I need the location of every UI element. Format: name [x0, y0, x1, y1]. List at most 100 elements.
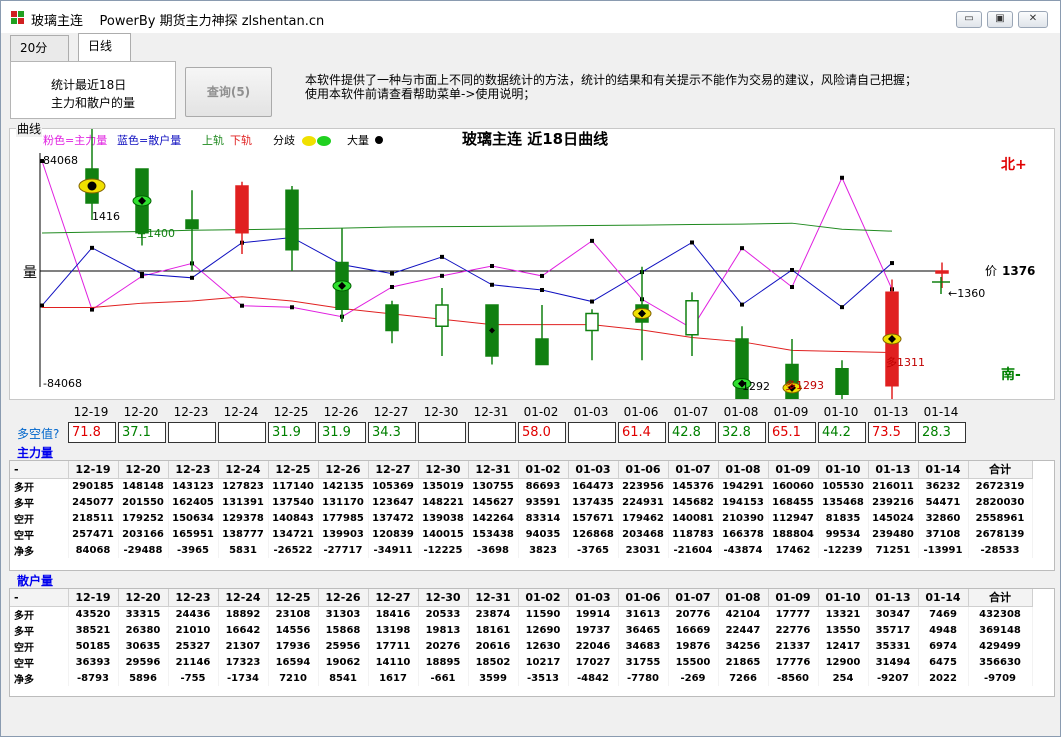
duokong-value: 65.1 — [768, 422, 816, 443]
table-cell: 29596 — [118, 654, 169, 670]
series-point-zhuli — [540, 273, 544, 278]
big-volume-marker — [87, 181, 97, 191]
table-cell: 239480 — [868, 526, 919, 542]
disclaimer: 本软件提供了一种与市面上不同的数据统计的方法，统计的结果和有关提示不能作为交易的… — [305, 73, 917, 101]
table-cell: -4842 — [568, 670, 619, 686]
table-header: 12-26 — [318, 589, 369, 607]
table-cell: 16594 — [268, 654, 319, 670]
table-header: 01-08 — [718, 589, 769, 607]
table-cell: 112947 — [768, 510, 819, 526]
table-header: 12-24 — [218, 461, 269, 479]
series-point-sanhu — [790, 268, 794, 273]
row-label: 多平 — [10, 622, 69, 638]
table-header: 01-10 — [818, 589, 869, 607]
minimize-button[interactable]: ▭ — [956, 11, 982, 28]
duokong-label[interactable]: 多空值? — [17, 425, 59, 442]
annotation-1292: 1292 — [742, 380, 770, 393]
table-cell: 153438 — [468, 526, 519, 542]
row-label: 空开 — [10, 510, 69, 526]
date-label: 01-06 — [623, 405, 659, 419]
table-cell: 160060 — [768, 478, 819, 494]
table-cell: 203166 — [118, 526, 169, 542]
table-cell: 31613 — [618, 606, 669, 622]
table-cell: 17462 — [768, 542, 819, 558]
table-row: 空开 218511 179252 150634 129378 140843 177985 13… — [10, 510, 1033, 526]
table-cell: 369148 — [968, 622, 1033, 638]
table-cell: 5831 — [218, 542, 269, 558]
table-header: 01-09 — [768, 589, 819, 607]
table-cell: 26380 — [118, 622, 169, 638]
tab-daily[interactable]: 日线 — [78, 33, 131, 62]
dates-row: 多空值? 12-19 71.8 12-20 37.1 12-23 12-24 12-25 31… — [9, 401, 1055, 449]
table-header: 01-14 — [918, 589, 969, 607]
table-header: 01-07 — [668, 461, 719, 479]
tab-20min[interactable]: 20分钟 — [10, 35, 69, 79]
table-cell: 157671 — [568, 510, 619, 526]
table-cell: 12630 — [518, 638, 569, 654]
table-cell: 17027 — [568, 654, 619, 670]
table-cell: -3965 — [168, 542, 219, 558]
duokong-value: 61.4 — [618, 422, 666, 443]
table-cell: 16669 — [668, 622, 719, 638]
close-button[interactable]: ✕ — [1018, 11, 1048, 28]
table-cell: 6974 — [918, 638, 969, 654]
table-cell: 162405 — [168, 494, 219, 510]
date-label: 01-07 — [673, 405, 709, 419]
zhuli-title: 主力量 — [17, 446, 54, 460]
table-cell: 165951 — [168, 526, 219, 542]
table-cell: -21604 — [668, 542, 719, 558]
disclaimer-line-2: 使用本软件前请查看帮助菜单->使用说明； — [305, 87, 536, 101]
table-header: 12-25 — [268, 461, 319, 479]
maximize-button[interactable]: ▣ — [987, 11, 1013, 28]
table-corner: - — [10, 589, 69, 607]
table-header: 合计 — [968, 461, 1033, 479]
close-icon: ✕ — [1028, 13, 1038, 24]
table-cell: 3823 — [518, 542, 569, 558]
table-cell: 30635 — [118, 638, 169, 654]
table-cell: 21010 — [168, 622, 219, 638]
series-line-zhuli — [41, 160, 893, 330]
table-cell: 33315 — [118, 606, 169, 622]
duokong-value — [468, 422, 516, 443]
table-cell: 210390 — [718, 510, 769, 526]
table-cell: 137435 — [568, 494, 619, 510]
table-cell: 37108 — [918, 526, 969, 542]
table-cell: 42104 — [718, 606, 769, 622]
table-cell: -28533 — [968, 542, 1033, 558]
series-point-sanhu — [540, 288, 544, 293]
table-cell: 21146 — [168, 654, 219, 670]
table-header: 01-03 — [568, 589, 619, 607]
table-cell: 19813 — [418, 622, 469, 638]
table-header: 12-30 — [418, 589, 469, 607]
series-point-zhuli — [740, 246, 744, 251]
table-header: 12-25 — [268, 589, 319, 607]
query-button[interactable]: 查询(5) — [185, 67, 272, 117]
table-cell: 84068 — [68, 542, 119, 558]
table-cell: 14556 — [268, 622, 319, 638]
date-label: 12-20 — [123, 405, 159, 419]
date-label: 12-23 — [173, 405, 209, 419]
table-cell: 2678139 — [968, 526, 1033, 542]
table-cell: 2672319 — [968, 478, 1033, 494]
series-point-sanhu — [690, 240, 694, 245]
table-row: 多平 38521 26380 21010 16642 14556 15868 13198 198… — [10, 622, 1033, 638]
table-cell: 11590 — [518, 606, 569, 622]
table-cell: 34256 — [718, 638, 769, 654]
date-label: 01-09 — [773, 405, 809, 419]
date-label: 12-27 — [373, 405, 409, 419]
title-bar: 玻璃主连 PowerBy 期货主力神探 zlshentan.cn ▭ ▣ ✕ — [1, 1, 1060, 33]
table-cell: 12417 — [818, 638, 869, 654]
date-label: 01-08 — [723, 405, 759, 419]
table-cell: 164473 — [568, 478, 619, 494]
table-cell: 31755 — [618, 654, 669, 670]
legend-black-dot — [375, 136, 383, 144]
row-label: 多平 — [10, 494, 69, 510]
date-label: 01-10 — [823, 405, 859, 419]
south-label: 南- — [1001, 366, 1021, 383]
table-cell: 8541 — [318, 670, 369, 686]
table-header-row: -12-19 12-20 12-23 12-24 12-25 12-26 12-27 12-3… — [10, 589, 1033, 607]
table-cell: 142135 — [318, 478, 369, 494]
sanhu-title: 散户量 — [17, 574, 54, 588]
date-label: 12-31 — [473, 405, 509, 419]
table-cell: 23031 — [618, 542, 669, 558]
